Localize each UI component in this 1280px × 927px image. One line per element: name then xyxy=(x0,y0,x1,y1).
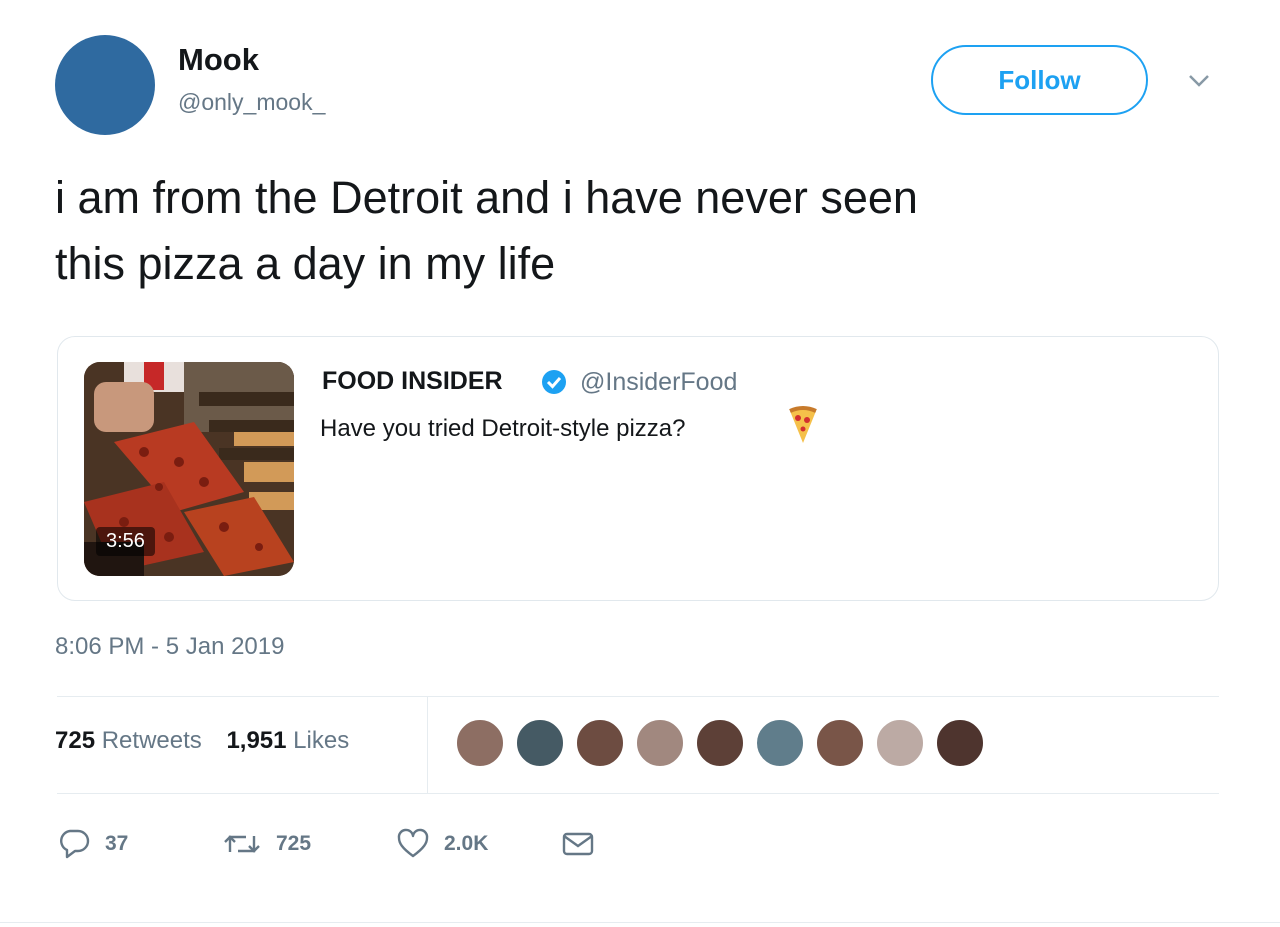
retweets-stat[interactable]: 725 Retweets xyxy=(55,727,202,754)
liker-avatar[interactable] xyxy=(635,718,685,768)
liker-avatar[interactable] xyxy=(815,718,865,768)
bottom-divider xyxy=(0,922,1280,923)
follow-button[interactable]: Follow xyxy=(931,45,1148,115)
quoted-tweet-card[interactable]: 3:56 FOOD INSIDER @InsiderFood Have you … xyxy=(57,336,1219,601)
likes-stat[interactable]: 1,951 Likes xyxy=(226,727,349,754)
liker-avatar[interactable] xyxy=(515,718,565,768)
liker-avatar[interactable] xyxy=(695,718,745,768)
verified-badge-icon xyxy=(542,370,566,394)
tweet-text-line: this pizza a day in my life xyxy=(55,238,556,289)
tweet-text: i am from the Detroit and i have never s… xyxy=(55,165,1235,297)
divider xyxy=(57,696,1219,697)
avatar[interactable] xyxy=(55,35,155,135)
retweets-label: Retweets xyxy=(101,727,202,754)
tweet-text-line: i am from the Detroit and i have never s… xyxy=(55,172,918,223)
pizza-icon xyxy=(789,406,817,443)
retweets-count: 725 xyxy=(55,727,96,754)
retweet-icon xyxy=(224,835,260,853)
liker-avatar[interactable] xyxy=(575,718,625,768)
video-duration: 3:56 xyxy=(96,527,155,556)
retweet-button[interactable]: 725 xyxy=(222,828,311,860)
vertical-divider xyxy=(427,697,428,793)
divider xyxy=(57,793,1219,794)
author-name[interactable]: Mook xyxy=(178,42,259,78)
envelope-icon xyxy=(562,832,594,856)
quoted-author-name[interactable]: FOOD INSIDER xyxy=(322,367,503,396)
retweet-count: 725 xyxy=(276,832,312,855)
likes-count: 1,951 xyxy=(226,727,287,754)
reply-count: 37 xyxy=(105,832,129,855)
heart-icon xyxy=(397,828,429,858)
like-button[interactable]: 2.0K xyxy=(396,828,488,860)
quoted-author-handle[interactable]: @InsiderFood xyxy=(580,368,737,397)
quoted-video-thumbnail[interactable]: 3:56 xyxy=(84,362,294,576)
reply-icon xyxy=(60,829,90,859)
likes-label: Likes xyxy=(293,727,350,754)
direct-message-button[interactable] xyxy=(561,828,595,860)
liker-avatar[interactable] xyxy=(755,718,805,768)
liker-avatar[interactable] xyxy=(935,718,985,768)
liker-avatar[interactable] xyxy=(455,718,505,768)
quoted-tweet-text: Have you tried Detroit-style pizza? xyxy=(320,415,686,442)
tweet-timestamp[interactable]: 8:06 PM - 5 Jan 2019 xyxy=(55,633,284,661)
tweet-container: Mook @only_mook_ Follow i am from the De… xyxy=(0,0,1280,927)
author-handle[interactable]: @only_mook_ xyxy=(178,89,325,116)
engagement-stats: 725 Retweets 1,951 Likes xyxy=(55,727,367,755)
chevron-down-icon[interactable] xyxy=(1186,70,1212,90)
reply-button[interactable]: 37 xyxy=(57,828,128,860)
like-count: 2.0K xyxy=(444,832,489,855)
liker-avatar[interactable] xyxy=(875,718,925,768)
